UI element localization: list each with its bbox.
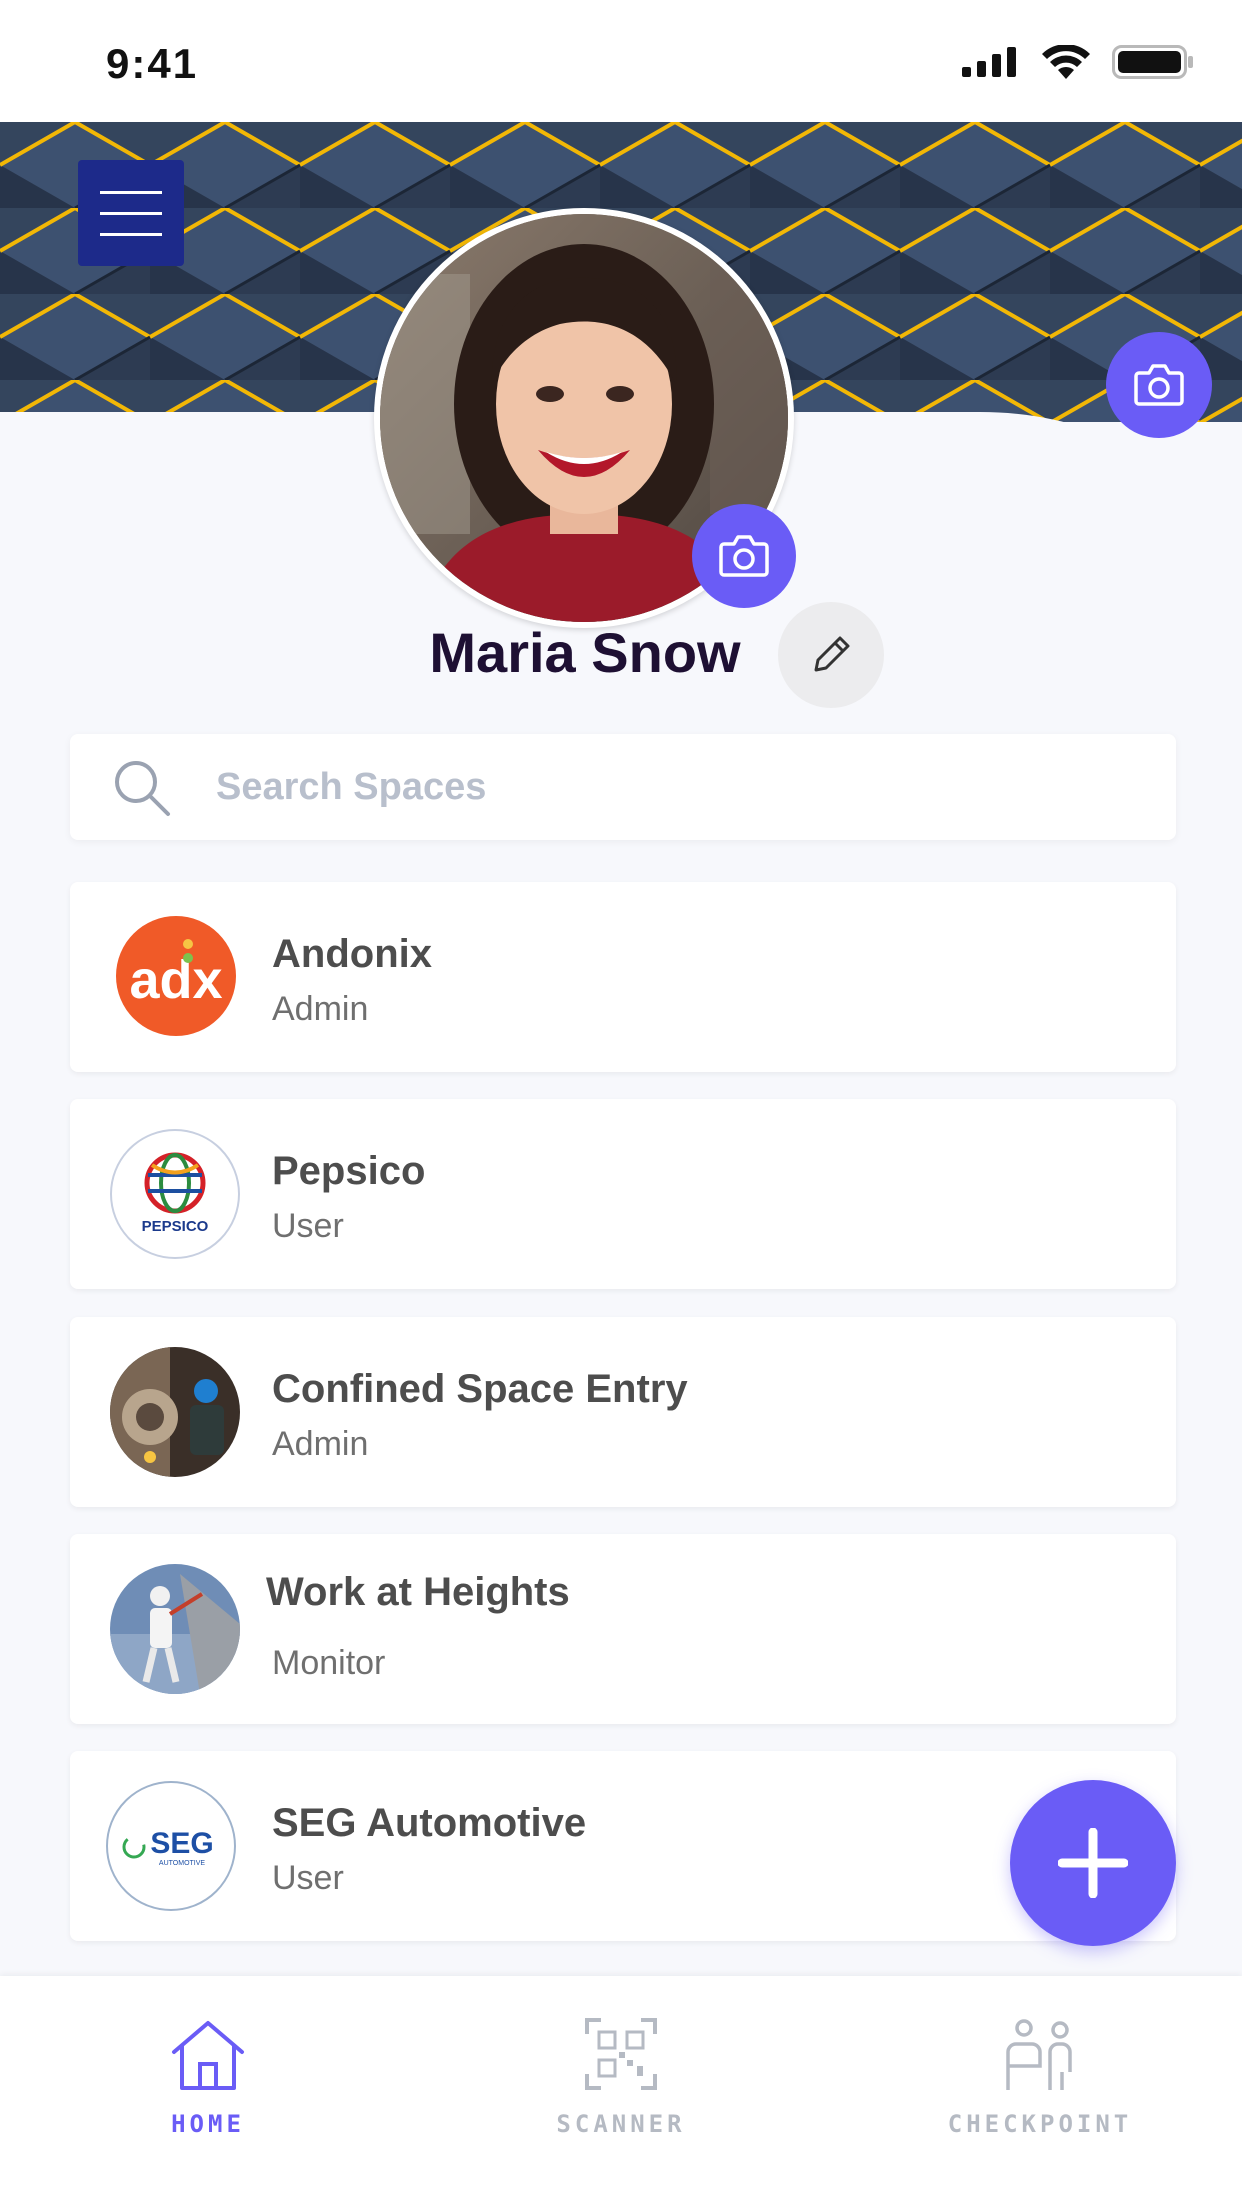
seg-logo-text: SEG — [150, 1827, 213, 1860]
nav-checkpoint-label: CHECKPOINT — [947, 2110, 1133, 2138]
hamburger-icon-line — [100, 232, 162, 236]
menu-button[interactable] — [78, 160, 184, 266]
space-card-work-at-heights[interactable]: Work at Heights Monitor — [70, 1534, 1176, 1724]
space-card-pepsico[interactable]: PEPSICO Pepsico User — [70, 1099, 1176, 1289]
space-role: User — [272, 1207, 344, 1245]
camera-icon — [719, 535, 769, 577]
signal-icon — [962, 47, 1016, 77]
status-bar: 9:41 — [0, 0, 1242, 122]
seg-logo: SEG AUTOMOTIVE — [106, 1781, 236, 1911]
space-role: Admin — [272, 990, 369, 1028]
hamburger-icon-line — [100, 190, 162, 194]
plus-icon — [1058, 1828, 1128, 1898]
nav-home-label: HOME — [171, 2110, 245, 2138]
pencil-icon — [814, 636, 850, 672]
qr-code-icon — [585, 2018, 657, 2090]
profile-name: Maria Snow — [429, 621, 741, 684]
edit-name-button[interactable] — [778, 602, 884, 708]
hamburger-icon-line — [100, 211, 162, 215]
svg-text:adx: adx — [129, 950, 222, 1010]
space-name: Pepsico — [272, 1149, 426, 1193]
search-bar[interactable] — [70, 734, 1176, 840]
pepsico-logo-text: PEPSICO — [142, 1218, 209, 1235]
status-icons — [962, 44, 1194, 80]
andonix-logo: adx — [116, 916, 236, 1036]
search-input[interactable] — [216, 765, 1016, 809]
people-icon — [1006, 2019, 1072, 2090]
cover-camera-button[interactable] — [1106, 332, 1212, 438]
nav-scanner[interactable]: SCANNER — [471, 2018, 771, 2138]
space-card-seg-automotive[interactable]: SEG AUTOMOTIVE SEG Automotive User — [70, 1751, 1176, 1941]
space-name: Andonix — [272, 932, 432, 976]
nav-scanner-label: SCANNER — [556, 2110, 686, 2138]
nav-checkpoint[interactable]: CHECKPOINT — [890, 2018, 1190, 2138]
search-icon — [108, 754, 174, 820]
add-space-button[interactable] — [1010, 1780, 1176, 1946]
space-name: SEG Automotive — [272, 1801, 587, 1845]
space-name: Work at Heights — [266, 1570, 570, 1614]
bottom-navigation: HOME SCANNER CHECKPOINT — [0, 1976, 1242, 2208]
space-card-andonix[interactable]: adx Andonix Admin — [70, 882, 1176, 1072]
avatar-camera-button[interactable] — [692, 504, 796, 608]
battery-icon — [1112, 45, 1193, 79]
seg-logo-subtext: AUTOMOTIVE — [159, 1860, 205, 1867]
status-time: 9:41 — [106, 40, 199, 87]
space-name: Confined Space Entry — [272, 1367, 688, 1411]
space-card-confined-space[interactable]: Confined Space Entry Admin — [70, 1317, 1176, 1507]
nav-home[interactable]: HOME — [58, 2018, 358, 2138]
pepsico-logo: PEPSICO — [110, 1129, 240, 1259]
work-at-heights-image — [110, 1564, 240, 1694]
wifi-icon — [1042, 45, 1090, 79]
space-role: Admin — [272, 1425, 369, 1463]
space-role: Monitor — [272, 1644, 386, 1682]
space-role: User — [272, 1859, 344, 1897]
camera-icon — [1134, 364, 1184, 406]
home-icon — [172, 2021, 244, 2090]
confined-space-image — [110, 1347, 240, 1477]
app-screen: 9:41 Maria Snow Search Spaces adx Andoni… — [0, 0, 1242, 2208]
